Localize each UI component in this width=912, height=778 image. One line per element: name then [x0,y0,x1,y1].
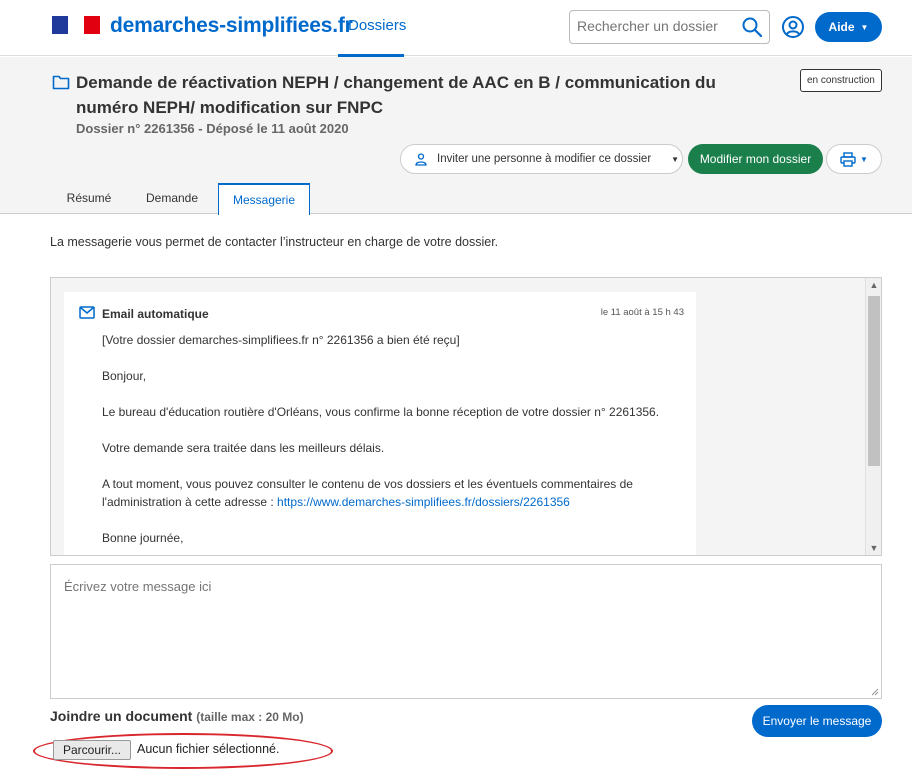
site-header: demarches-simplifiees.fr Dossiers Aide ▼ [0,0,912,57]
republique-francaise-logo[interactable] [52,16,100,34]
attach-document-label: Joindre un document (taille max : 20 Mo) [50,708,304,724]
invite-label: Inviter une personne à modifier ce dossi… [437,153,652,165]
dossier-link[interactable]: https://www.demarches-simplifiees.fr/dos… [277,495,570,509]
nav-dossiers[interactable]: Dossiers [338,0,416,57]
printer-icon [840,151,856,167]
messagerie-intro: La messagerie vous permet de contacter l… [50,235,499,249]
search-box [569,10,770,44]
message-list: Email automatique le 11 août à 15 h 43 [… [50,277,882,556]
person-icon [415,152,427,166]
tab-messagerie[interactable]: Messagerie [218,183,310,215]
tab-demande[interactable]: Demande [140,183,204,213]
envelope-icon [79,306,95,319]
dossier-subtitle: Dossier n° 2261356 - Déposé le 11 août 2… [76,121,349,136]
dossier-title: Demande de réactivation NEPH / changemen… [76,73,716,117]
search-input[interactable] [577,18,737,34]
message-line: Le bureau d'éducation routière d'Orléans… [102,405,660,419]
attach-size-hint: (taille max : 20 Mo) [196,710,304,724]
attach-label-text: Joindre un document [50,708,193,724]
message-line: Bonjour, [102,369,147,383]
print-menu-button[interactable]: ▼ [826,144,882,174]
message-date: le 11 août à 15 h 43 [600,307,684,318]
invite-person-button[interactable]: Inviter une personne à modifier ce dossi… [400,144,683,174]
no-file-selected-text: Aucun fichier sélectionné. [137,742,280,756]
scroll-up-icon[interactable]: ▲ [866,280,881,290]
scrollbar[interactable]: ▲ ▼ [865,278,881,555]
modify-dossier-button[interactable]: Modifier mon dossier [688,144,823,174]
message-sender: Email automatique [102,307,209,321]
message-line: Bonne journée, [102,531,184,545]
caret-down-icon: ▼ [860,154,868,164]
aide-button[interactable]: Aide ▼ [815,12,882,42]
message-textarea[interactable] [50,564,882,699]
aide-label: Aide [828,20,855,34]
search-icon[interactable] [741,16,763,38]
nav-dossiers-label: Dossiers [348,17,407,34]
resize-grip-icon[interactable] [869,686,879,696]
message-line-with-link: A tout moment, vous pouvez consulter le … [102,475,682,511]
dossier-header: Demande de réactivation NEPH / changemen… [0,57,912,215]
browse-file-button[interactable]: Parcourir... [53,740,131,760]
caret-down-icon: ▼ [671,154,680,164]
message-line: [Votre dossier demarches-simplifiees.fr … [102,333,460,347]
tab-resume[interactable]: Résumé [60,183,118,213]
message-line: Votre demande sera traitée dans les meil… [102,441,385,455]
chevron-down-icon: ▼ [860,22,869,32]
send-message-button[interactable]: Envoyer le message [752,705,882,737]
folder-icon [52,75,70,90]
status-badge: en construction [800,69,882,92]
scroll-down-icon[interactable]: ▼ [866,543,881,553]
scrollbar-thumb[interactable] [868,296,880,466]
user-account-icon[interactable] [781,15,805,39]
message-body: [Votre dossier demarches-simplifiees.fr … [102,331,682,555]
brand-link[interactable]: demarches-simplifiees.fr [110,14,353,38]
message-item: Email automatique le 11 août à 15 h 43 [… [64,292,696,555]
